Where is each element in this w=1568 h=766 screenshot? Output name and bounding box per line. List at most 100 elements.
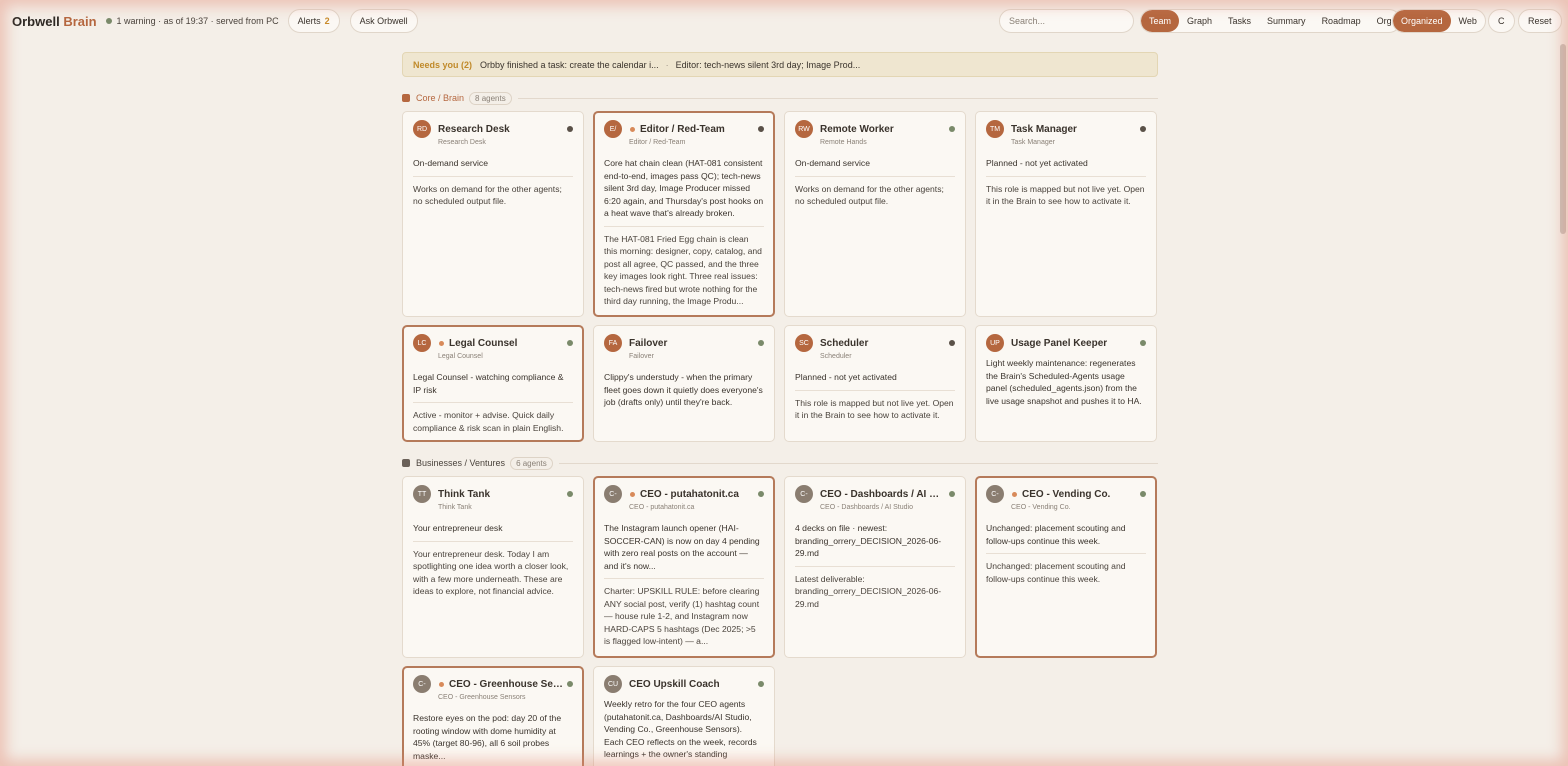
avatar: E/ [604, 120, 622, 138]
section-color-square [402, 94, 410, 102]
section-count-badge: 8 agents [469, 91, 512, 105]
agent-summary: Clippy's understudy - when the primary f… [604, 372, 763, 407]
agent-role: Scheduler [820, 353, 852, 360]
agent-card-ceo-upskill-coach[interactable]: CU CEO Upskill Coach Weekly retro for th… [593, 666, 775, 766]
reset-button[interactable]: Reset [1518, 9, 1562, 33]
agent-summary: On-demand service [413, 157, 573, 177]
alerts-button[interactable]: Alerts 2 [287, 9, 340, 33]
alerts-count-badge: 2 [324, 16, 330, 26]
avatar: C- [604, 485, 622, 503]
needs-you-item[interactable]: Editor: tech-news silent 3rd day; Image … [676, 60, 861, 70]
agent-summary: The Instagram launch opener (HAI-SOCCER-… [604, 522, 764, 579]
ask-orbwell-button[interactable]: Ask Orbwell [349, 9, 418, 33]
agent-card-scheduler[interactable]: SC Scheduler Scheduler Planned - not yet… [784, 325, 966, 442]
mode-switcher: Organized Web [1392, 9, 1486, 33]
agent-name: Usage Panel Keeper [1011, 337, 1108, 349]
agent-name: CEO - Greenhouse Sens... [449, 678, 563, 690]
avatar: C- [986, 485, 1004, 503]
agent-detail: Works on demand for the other agents; no… [795, 183, 944, 207]
attention-dot-icon [439, 340, 444, 346]
agent-name: Research Desk [438, 123, 510, 135]
tab-graph[interactable]: Graph [1179, 10, 1220, 32]
agent-summary: Unchanged: placement scouting and follow… [986, 522, 1146, 554]
avatar: RW [795, 120, 813, 138]
agent-name: CEO - putahatonit.ca [640, 488, 739, 500]
status-dot-icon [567, 491, 573, 497]
status-dot-icon [758, 681, 764, 687]
agent-card-think-tank[interactable]: TT Think Tank Think Tank Your entreprene… [402, 476, 584, 658]
agent-role: Remote Hands [820, 139, 867, 146]
status-dot-icon [758, 126, 764, 132]
agent-role: Task Manager [1011, 139, 1055, 146]
alerts-label: Alerts [297, 16, 321, 26]
avatar: CU [604, 675, 622, 693]
agent-detail: The HAT-081 Fried Egg chain is clean thi… [604, 233, 762, 307]
avatar: TT [413, 485, 431, 503]
section-title: Core / Brain [416, 93, 465, 103]
agent-summary: 4 decks on file · newest: branding_orrer… [795, 522, 955, 567]
agent-name: Legal Counsel [449, 337, 518, 349]
agent-name: Task Manager [1011, 123, 1077, 135]
agent-role: Think Tank [438, 504, 472, 511]
agent-name: CEO Upskill Coach [629, 678, 720, 690]
tab-roadmap[interactable]: Roadmap [1314, 10, 1369, 32]
agent-role: Research Desk [438, 139, 486, 146]
tab-summary[interactable]: Summary [1259, 10, 1314, 32]
agent-role: CEO - Vending Co. [1011, 504, 1071, 511]
avatar: UP [986, 334, 1004, 352]
attention-dot-icon [439, 681, 444, 687]
search-input[interactable] [999, 9, 1134, 33]
needs-you-item[interactable]: Orbby finished a task: create the calend… [480, 60, 659, 70]
section-count-badge: 6 agents [510, 456, 553, 470]
agent-card-editor-red-team[interactable]: E/ Editor / Red-Team Editor / Red-Team C… [593, 111, 775, 317]
agent-card-ceo-dashboards-ai-studio[interactable]: C- CEO - Dashboards / AI Stu... CEO - Da… [784, 476, 966, 658]
attention-dot-icon [1012, 491, 1017, 497]
agent-card-ceo-vending-co[interactable]: C- CEO - Vending Co. CEO - Vending Co. U… [975, 476, 1157, 658]
avatar: C- [795, 485, 813, 503]
agent-card-remote-worker[interactable]: RW Remote Worker Remote Hands On-demand … [784, 111, 966, 317]
app-brand[interactable]: Orbwell Brain [12, 14, 97, 29]
mode-organized[interactable]: Organized [1393, 10, 1451, 32]
c-button[interactable]: C [1488, 9, 1515, 33]
tab-team[interactable]: Team [1141, 10, 1180, 32]
avatar: SC [795, 334, 813, 352]
agent-name: Think Tank [438, 488, 491, 500]
agent-card-ceo-greenhouse-sensors[interactable]: C- CEO - Greenhouse Sens... CEO - Greenh… [402, 666, 584, 766]
agent-detail: Charter: UPSKILL RULE: before clearing A… [604, 586, 760, 646]
agent-card-task-manager[interactable]: TM Task Manager Task Manager Planned - n… [975, 111, 1157, 317]
mode-web[interactable]: Web [1451, 10, 1485, 32]
agent-card-legal-counsel[interactable]: LC Legal Counsel Legal Counsel Legal Cou… [402, 325, 584, 442]
agent-role: CEO - Greenhouse Sensors [438, 694, 526, 701]
avatar: FA [604, 334, 622, 352]
needs-you-label: Needs you (2) [413, 59, 473, 70]
section-header-businesses-ventures: Businesses / Ventures 6 agents [402, 455, 1158, 471]
status-dot-icon [758, 340, 764, 346]
agent-role: CEO - putahatonit.ca [629, 504, 695, 511]
agent-role: Legal Counsel [438, 353, 483, 360]
agent-summary: Light weekly maintenance: regenerates th… [986, 358, 1142, 406]
status-dot-icon [105, 18, 112, 24]
agent-name: Scheduler [820, 337, 869, 349]
agent-detail: This role is mapped but not live yet. Op… [986, 183, 1145, 207]
team-board: Needs you (2) Orbby finished a task: cre… [402, 52, 1158, 766]
tab-tasks[interactable]: Tasks [1220, 10, 1259, 32]
agent-card-research-desk[interactable]: RD Research Desk Research Desk On-demand… [402, 111, 584, 317]
status-dot-icon [1140, 126, 1146, 132]
needs-you-banner[interactable]: Needs you (2) Orbby finished a task: cre… [402, 52, 1158, 77]
agent-card-ceo-putahatonit[interactable]: C- CEO - putahatonit.ca CEO - putahatoni… [593, 476, 775, 658]
agent-summary: On-demand service [795, 157, 955, 177]
agent-summary: Legal Counsel - watching compliance & IP… [413, 371, 573, 403]
agent-detail: This role is mapped but not live yet. Op… [795, 397, 954, 421]
status-dot-icon [949, 340, 955, 346]
needs-you-separator: · [665, 59, 669, 70]
agent-card-failover[interactable]: FA Failover Failover Clippy's understudy… [593, 325, 775, 442]
agent-name: Editor / Red-Team [640, 123, 725, 135]
status-dot-icon [949, 126, 955, 132]
agent-name: Remote Worker [820, 123, 894, 135]
section-title: Businesses / Ventures [416, 458, 506, 468]
brand-name: Orbwell [12, 13, 60, 29]
agent-card-usage-panel-keeper[interactable]: UP Usage Panel Keeper Light weekly maint… [975, 325, 1157, 442]
agent-detail: Active - monitor + advise. Quick daily c… [413, 410, 564, 433]
section-divider [558, 462, 1158, 464]
scrollbar-thumb[interactable] [1560, 44, 1566, 234]
